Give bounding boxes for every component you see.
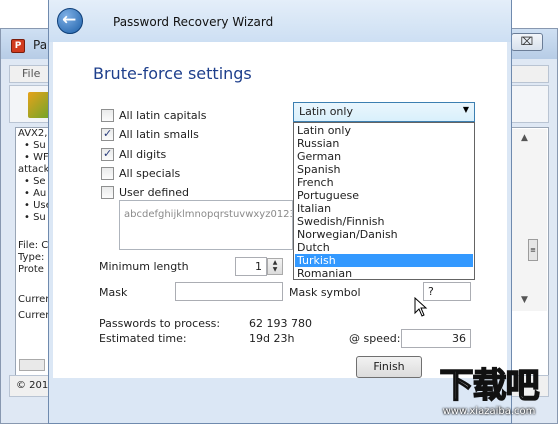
checkbox-label: All latin capitals (119, 109, 207, 122)
scroll-thumb[interactable]: ≡ (528, 239, 538, 261)
wizard-content: Brute-force settings All latin capitals … (53, 42, 507, 378)
language-select[interactable]: Latin only ▼ (293, 102, 475, 122)
language-select-value: Latin only (299, 105, 353, 118)
info-line: Curren (18, 294, 52, 305)
language-options-list: Latin only Russian German Spanish French… (293, 122, 475, 280)
mask-symbol-field[interactable]: ? (423, 282, 471, 301)
checkbox-latin-smalls[interactable] (101, 127, 114, 141)
language-option-highlighted[interactable]: Turkish (295, 254, 473, 267)
menu-file[interactable]: File (22, 67, 40, 80)
passwords-value: 62 193 780 (249, 317, 312, 330)
checkbox-label: All latin smalls (119, 128, 199, 141)
info-line: Prote (18, 264, 44, 275)
watermark-url: www.xiazaiba.com (442, 406, 536, 417)
passwords-label: Passwords to process: (99, 317, 221, 330)
language-option[interactable]: Romanian (295, 267, 473, 280)
checkbox-digits[interactable] (101, 147, 114, 161)
info-line: • Su (24, 140, 46, 151)
speed-label: @ speed: (349, 332, 401, 345)
checkbox-specials[interactable] (101, 167, 114, 180)
watermark-logo-text: 下载吧 (439, 365, 541, 407)
min-length-field[interactable]: 1 (235, 257, 267, 276)
checkbox-label: All digits (119, 148, 167, 161)
info-line: • Se (24, 176, 46, 187)
info-line: Curren (18, 310, 52, 321)
language-option[interactable]: French (295, 176, 473, 189)
info-line: attack (18, 164, 50, 175)
info-line: AVX2, (18, 128, 48, 139)
min-length-spinner[interactable]: ▲ ▼ (267, 258, 283, 275)
mask-symbol-label: Mask symbol (289, 286, 361, 299)
chevron-down-icon[interactable]: ▼ (463, 105, 469, 114)
info-line: • WF (24, 152, 49, 163)
info-line: File: C (18, 240, 49, 251)
page-title: Brute-force settings (93, 64, 252, 83)
language-option[interactable]: Swedish/Finnish (295, 215, 473, 228)
checkbox-latin-capitals[interactable] (101, 109, 114, 122)
back-arrow-icon[interactable]: ← (57, 8, 83, 34)
language-option[interactable]: Russian (295, 137, 473, 150)
info-line: Type: (18, 252, 45, 263)
site-watermark: 下载吧 www.xiazaiba.com (420, 365, 558, 424)
estimated-time-label: Estimated time: (99, 332, 187, 345)
checkbox-user-defined[interactable] (101, 186, 114, 199)
background-title: Pa (33, 38, 48, 52)
mask-field[interactable] (175, 282, 283, 301)
language-option[interactable]: German (295, 150, 473, 163)
scroll-up-icon[interactable]: ▲ (521, 133, 528, 143)
info-line: • Su (24, 212, 46, 223)
close-icon[interactable]: ⌧ (511, 33, 543, 51)
language-option[interactable]: Portuguese (295, 189, 473, 202)
mask-label: Mask (99, 286, 128, 299)
language-option[interactable]: Latin only (295, 124, 473, 137)
language-option[interactable]: Spanish (295, 163, 473, 176)
scroll-down-icon[interactable]: ▼ (521, 295, 528, 305)
checkbox-label: User defined (119, 186, 189, 199)
estimated-time-value: 19d 23h (249, 332, 295, 345)
language-option[interactable]: Italian (295, 202, 473, 215)
wizard-title: Password Recovery Wizard (113, 15, 274, 29)
info-line: • Au (24, 188, 47, 199)
speed-field[interactable]: 36 (401, 329, 471, 348)
language-option[interactable]: Dutch (295, 241, 473, 254)
finish-button[interactable]: Finish (356, 356, 422, 378)
wizard-titlebar: ← Password Recovery Wizard (49, 0, 511, 42)
background-progress-bar (19, 359, 45, 371)
mouse-cursor-icon (414, 297, 428, 317)
checkbox-label: All specials (119, 167, 181, 180)
password-recovery-wizard: ← Password Recovery Wizard Brute-force s… (48, 0, 512, 424)
app-icon: P (11, 39, 25, 53)
min-length-label: Minimum length (99, 260, 189, 273)
language-option[interactable]: Norwegian/Danish (295, 228, 473, 241)
status-text: © 201 (16, 380, 49, 391)
charset-preview: abcdefghijklmnopqrstuvwxyz0123456789 (124, 209, 292, 220)
background-scrollbar[interactable] (509, 129, 547, 311)
user-defined-charset-field[interactable]: abcdefghijklmnopqrstuvwxyz0123456789 (119, 200, 293, 250)
